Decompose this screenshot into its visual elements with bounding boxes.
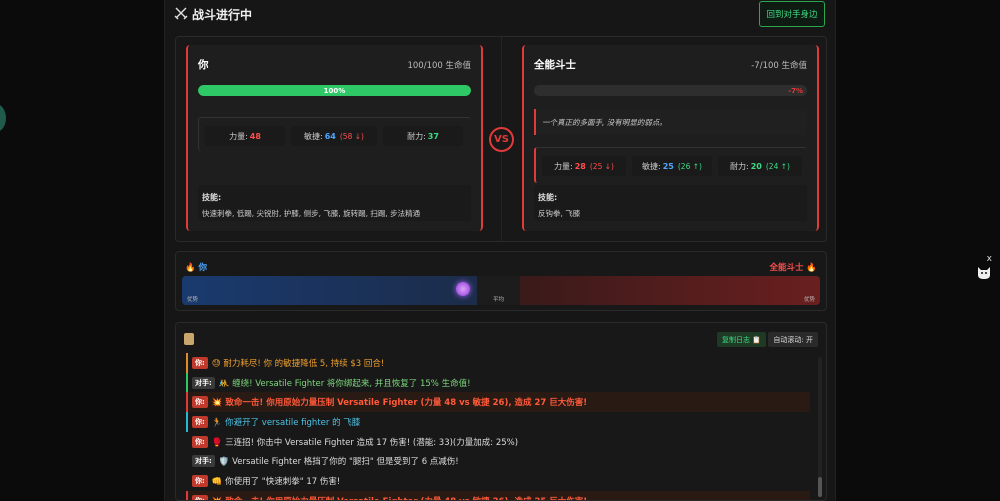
log-entry: 你: 😓 耐力耗尽! 你 的敏捷降低 5, 持续 $3 回合! [186,353,810,373]
player-advantage-zone [182,276,477,305]
player-skills-list: 快速刺拳, 低踢, 尖锐肘, 护膝, 侧步, 飞膝, 旋转踢, 扫踢, 步法精通 [202,209,421,218]
log-entry-text: 🤼 缠绕! Versatile Fighter 将你绑起来, 并且恢复了 15%… [218,378,471,389]
log-scrollbar[interactable] [818,357,822,497]
log-entry: 你: 👊 你使用了 "快速刺拳" 17 伤害! [186,471,810,491]
log-entry: 对手: 🛡️ Versatile Fighter 格挡了你的 "腿扫" 但是受到了… [186,451,810,471]
log-scrollbar-thumb[interactable] [818,477,822,497]
log-entry: 对手: 🤼 缠绕! Versatile Fighter 将你绑起来, 并且恢复了 … [186,372,810,393]
opponent-card: 全能斗士 -7/100 生命值 -7% 一个真正的多面手, 没有明显的弱点。 力… [522,45,819,231]
combat-log: 复制日志 📋 自动滚动: 开 你: 😓 耐力耗尽! 你 的敏捷降低 5, 持续 $… [175,322,827,501]
opponent-tag: 对手: [192,376,215,389]
momentum-track: 优势 平均 优势 [182,276,820,305]
player-stat-strength: 力量: 48 [205,126,285,146]
auto-scroll-toggle[interactable]: 自动滚动: 开 [768,332,818,347]
log-entries: 你: 😓 耐力耗尽! 你 的敏捷降低 5, 持续 $3 回合! 对手: 🤼 缠绕! V… [186,353,810,500]
player-hp-percent: 100% [323,86,346,95]
log-entry: 你: 🏃 你避开了 versatile fighter 的 飞膝 [186,412,810,432]
opponent-hp-percent: -7% [788,86,803,95]
opponent-advantage-zone [520,276,820,305]
log-entry-text: 🏃 你避开了 versatile fighter 的 飞膝 [211,417,361,428]
battle-panel: 战斗进行中 回到对手身边 VS 你 100/100 生命值 100% 力量: 48… [164,0,836,501]
opponent-stat-endurance: 耐力: 20 (24 ↑) [718,156,802,176]
copy-log-button[interactable]: 复制日志 📋 [717,332,766,347]
crossed-swords-icon [174,7,188,20]
player-tag: 你: [192,474,208,487]
close-icon[interactable]: x [987,254,992,264]
player-tag: 你: [192,494,208,500]
scroll-icon [184,333,194,345]
opponent-hp-bar: -7% [534,85,807,96]
log-entry-text: 🛡️ Versatile Fighter 格挡了你的 "腿扫" 但是受到了 6 … [218,457,459,468]
side-widget[interactable]: x [975,254,995,284]
player-card: 你 100/100 生命值 100% 力量: 48 敏捷: 64 (58 ↓) 耐力:… [186,45,483,231]
player-tag: 你: [192,396,208,409]
opponent-description: 一个真正的多面手, 没有明显的弱点。 [534,109,807,135]
right-zone-label: 优势 [803,297,815,303]
opponent-name: 全能斗士 [534,59,576,71]
mid-zone-label: 平均 [493,297,505,303]
opponent-skills: 技能: 反钩拳, 飞膝 [534,185,807,221]
log-entry-text: 🥊 三连招! 你击中 Versatile Fighter 造成 17 伤害! (… [211,437,519,448]
opponent-stat-strength: 力量: 28 (25 ↓) [542,156,626,176]
momentum-player-label: 🔥 你 [185,263,208,273]
return-to-opponent-button[interactable]: 回到对手身边 [759,1,825,27]
left-zone-label: 优势 [187,297,199,303]
log-entry: 你: 🥊 三连招! 你击中 Versatile Fighter 造成 17 伤害!… [186,432,810,452]
side-orb [0,104,6,132]
player-tag: 你: [192,435,208,448]
player-name: 你 [198,59,209,71]
log-entry: 你: 💥 致命一击! 你用原始力量压制 Versatile Fighter (力量… [186,490,810,500]
momentum-opponent-label: 全能斗士 🔥 [769,263,817,273]
momentum-marker [455,282,470,296]
player-tag: 你: [192,356,208,369]
log-entry: 你:💥 致命一击! 你用原始力量压制 Versatile Fighter (力量… [186,392,810,413]
battle-header: 战斗进行中 回到对手身边 [165,0,835,30]
opponent-stats: 力量: 28 (25 ↓) 敏捷: 25 (26 ↑) 耐力: 20 (24 ↑) [534,147,807,183]
player-hp-bar: 100% [198,85,471,96]
log-entry-text: 💥 致命一击! 你用原始力量压制 Versatile Fighter (力量 4… [211,398,588,409]
opponent-hp-text: -7/100 生命值 [751,61,807,71]
player-stats: 力量: 48 敏捷: 64 (58 ↓) 耐力: 37 [198,117,471,151]
opponent-skills-list: 反钩拳, 飞膝 [538,209,581,218]
cat-icon[interactable] [977,264,991,280]
player-hp-text: 100/100 生命值 [407,61,471,71]
momentum-bar: 🔥 你 全能斗士 🔥 优势 平均 优势 [175,251,827,311]
fighter-arena: VS 你 100/100 生命值 100% 力量: 48 敏捷: 64 (58 ↓) … [175,36,827,242]
log-entry-text: 👊 你使用了 "快速刺拳" 17 伤害! [211,476,341,487]
player-skills: 技能: 快速刺拳, 低踢, 尖锐肘, 护膝, 侧步, 飞膝, 旋转踢, 扫踢, … [198,185,471,221]
log-entry-text: 💥 致命一击! 你用原始力量压制 Versatile Fighter (力量 4… [212,495,587,500]
log-entry-text: 😓 耐力耗尽! 你 的敏捷降低 5, 持续 $3 回合! [211,358,385,369]
page-title: 战斗进行中 [192,8,253,22]
player-tag: 你: [192,415,208,428]
opponent-stat-agility: 敏捷: 25 (26 ↑) [632,156,712,176]
player-stat-endurance: 耐力: 37 [383,126,463,146]
opponent-tag: 对手: [192,455,215,468]
player-stat-agility: 敏捷: 64 (58 ↓) [291,126,377,146]
vs-badge: VS [489,127,514,152]
